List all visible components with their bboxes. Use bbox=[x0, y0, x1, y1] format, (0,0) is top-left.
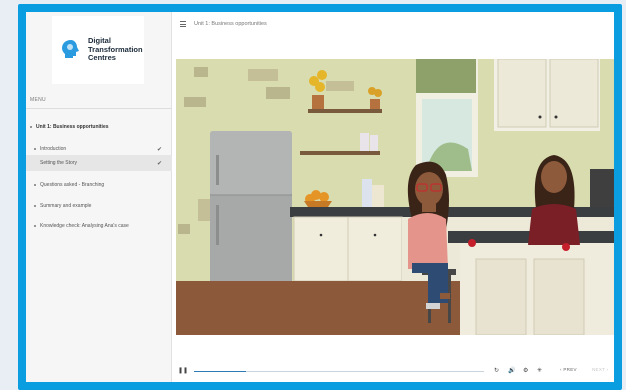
bullet-icon bbox=[34, 148, 36, 150]
sidebar-item-label: Introduction bbox=[40, 146, 67, 152]
logo-text: Digital Transformation Centres bbox=[88, 36, 143, 62]
header: Unit 1: Business opportunities bbox=[172, 12, 614, 38]
page-title: Unit 1: Business opportunities bbox=[194, 21, 267, 27]
logo: Digital Transformation Centres bbox=[52, 16, 144, 84]
divider bbox=[26, 108, 172, 109]
sidebar-item-knowledge-check[interactable]: Knowledge check: Analysing Ana's case bbox=[26, 218, 172, 234]
sidebar-item-questions-asked[interactable]: Questions asked - Branching bbox=[26, 177, 172, 193]
course-player: Digital Transformation Centres MENU Unit… bbox=[26, 12, 614, 382]
head-logo-icon bbox=[62, 40, 79, 58]
progress-bar[interactable] bbox=[194, 371, 484, 372]
sidebar-item-label: Unit 1: Business opportunities bbox=[36, 124, 109, 130]
player-controls: ❚❚ ↻ 🔊 ⚙ ✳ ‹ PREV NEXT › bbox=[172, 362, 614, 382]
kitchen-illustration bbox=[176, 59, 614, 335]
sidebar-item-label: Summary and example bbox=[40, 203, 92, 209]
checkmark-icon: ✔ bbox=[156, 160, 162, 167]
sidebar-item-label: Knowledge check: Analysing Ana's case bbox=[40, 223, 129, 229]
replay-icon[interactable]: ↻ bbox=[494, 367, 499, 374]
sidebar-item-unit-1[interactable]: Unit 1: Business opportunities bbox=[26, 119, 172, 135]
bullet-icon bbox=[34, 205, 36, 207]
sidebar-item-setting-the-story[interactable]: Setting the Story ✔ bbox=[26, 155, 172, 171]
hamburger-icon[interactable] bbox=[180, 21, 186, 27]
sidebar-item-label: Setting the Story bbox=[40, 160, 77, 166]
next-button[interactable]: NEXT › bbox=[592, 367, 608, 372]
gear-icon[interactable]: ✳ bbox=[537, 367, 542, 374]
volume-icon[interactable]: 🔊 bbox=[508, 367, 515, 374]
bullet-icon bbox=[34, 225, 36, 227]
prev-button[interactable]: ‹ PREV bbox=[560, 367, 577, 372]
video-scene[interactable] bbox=[176, 59, 614, 335]
bullet-icon bbox=[34, 184, 36, 186]
sidebar-item-label: Questions asked - Branching bbox=[40, 182, 105, 188]
settings-icon[interactable]: ⚙ bbox=[523, 367, 528, 374]
checkmark-icon: ✔ bbox=[156, 146, 162, 153]
sidebar: Digital Transformation Centres MENU Unit… bbox=[26, 12, 172, 382]
bullet-icon bbox=[30, 126, 32, 128]
pause-icon[interactable]: ❚❚ bbox=[178, 367, 188, 374]
menu-label: MENU bbox=[30, 97, 46, 103]
sidebar-item-summary[interactable]: Summary and example bbox=[26, 198, 172, 214]
progress-fill bbox=[194, 371, 247, 372]
